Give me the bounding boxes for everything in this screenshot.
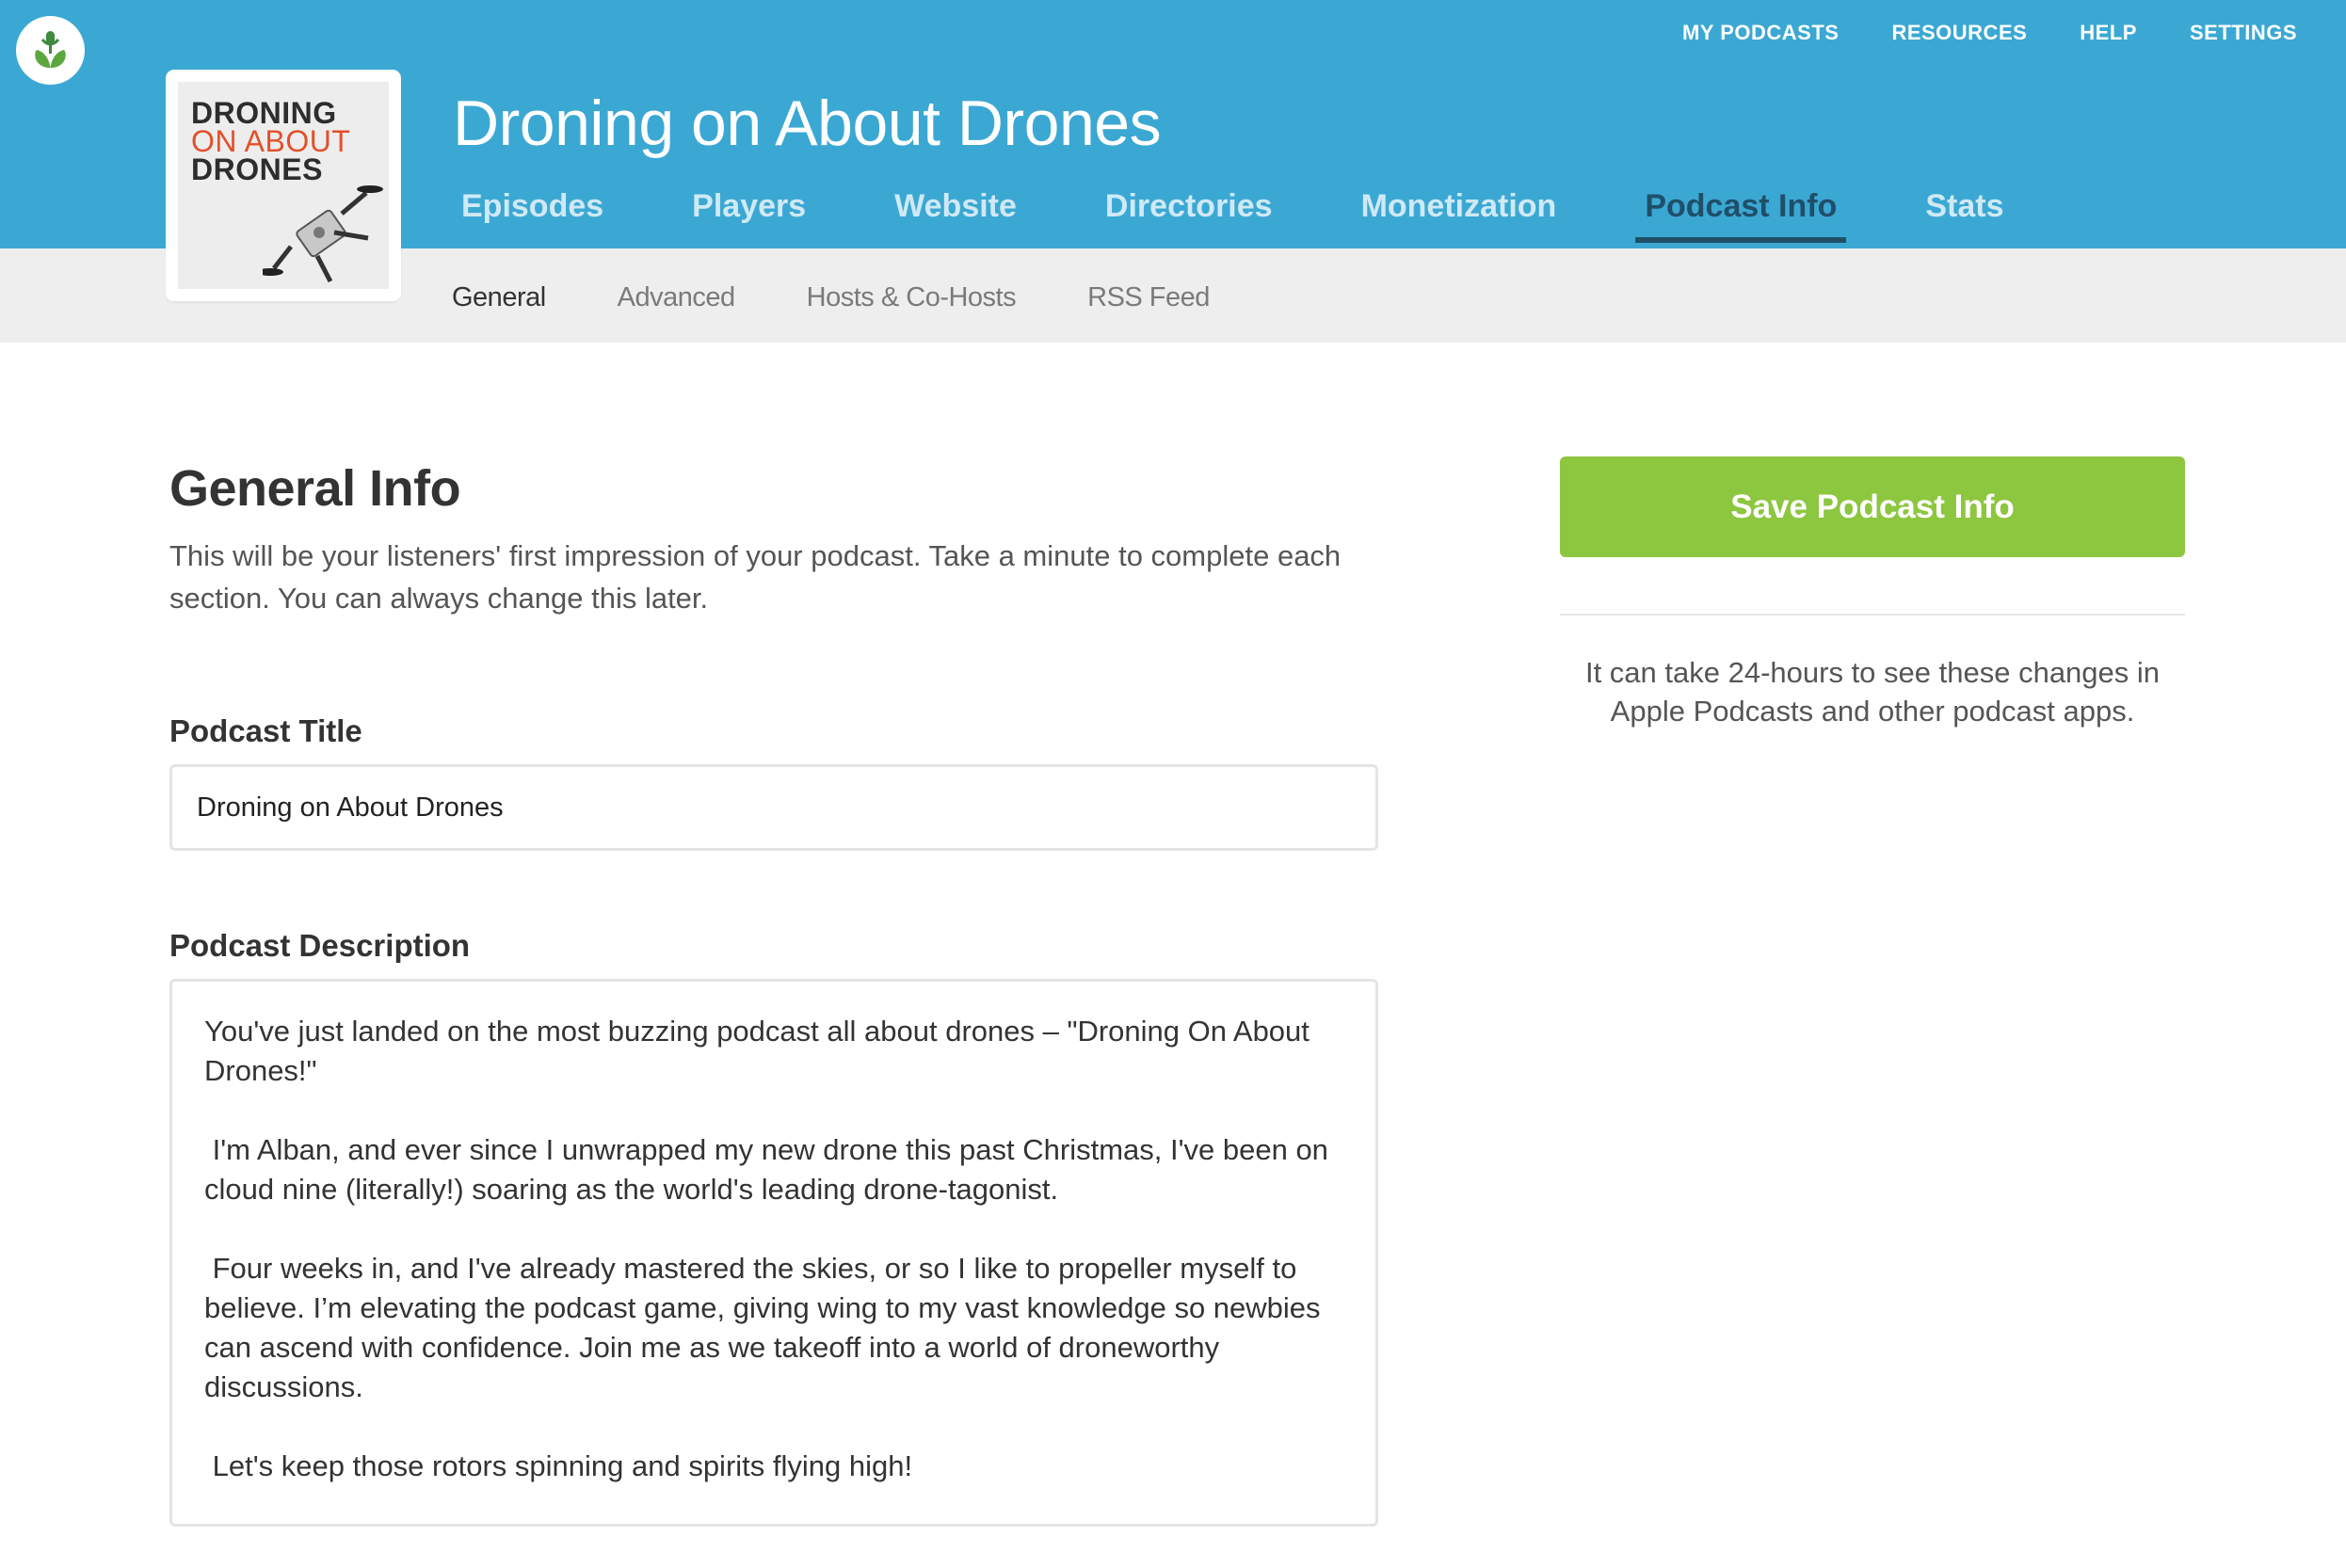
- nav-my-podcasts[interactable]: MY PODCASTS: [1682, 21, 1839, 45]
- subtab-advanced[interactable]: Advanced: [618, 282, 736, 313]
- description-paragraph: Let's keep those rotors spinning and spi…: [204, 1449, 913, 1482]
- tab-monetization[interactable]: Monetization: [1361, 188, 1557, 242]
- buzzsprout-logo-icon[interactable]: [16, 16, 85, 85]
- nav-resources[interactable]: RESOURCES: [1891, 21, 2027, 45]
- description-paragraph: Four weeks in, and I've already mastered…: [204, 1252, 1329, 1403]
- podcast-title-input[interactable]: [169, 764, 1378, 851]
- section-heading: General Info: [169, 460, 461, 517]
- nav-help[interactable]: HELP: [2080, 21, 2137, 45]
- nav-settings[interactable]: SETTINGS: [2190, 21, 2297, 45]
- subtab-general[interactable]: General: [452, 282, 546, 313]
- main-nav: Episodes Players Website Directories Mon…: [461, 188, 2093, 243]
- podcast-title-label: Podcast Title: [169, 713, 362, 748]
- sidebar-note: It can take 24-hours to see these change…: [1584, 656, 2161, 728]
- podcast-description-label: Podcast Description: [169, 928, 471, 963]
- subtab-rss-feed[interactable]: RSS Feed: [1087, 282, 1210, 313]
- description-paragraph: You've just landed on the most buzzing p…: [204, 1015, 1318, 1087]
- description-paragraph: I'm Alban, and ever since I unwrapped my…: [204, 1133, 1337, 1206]
- sidebar-divider: [1560, 614, 2185, 616]
- top-nav: MY PODCASTS RESOURCES HELP SETTINGS: [1682, 21, 2297, 45]
- subtab-hosts-co-hosts[interactable]: Hosts & Co-Hosts: [807, 282, 1017, 313]
- tab-players[interactable]: Players: [692, 188, 806, 242]
- save-podcast-info-button[interactable]: Save Podcast Info: [1560, 456, 2185, 557]
- tab-stats[interactable]: Stats: [1925, 188, 2003, 242]
- podcast-description-textarea[interactable]: You've just landed on the most buzzing p…: [169, 979, 1378, 1527]
- tab-website[interactable]: Website: [894, 188, 1017, 242]
- tab-directories[interactable]: Directories: [1105, 188, 1273, 242]
- artwork-text-line1: DRONING: [191, 96, 337, 130]
- section-intro: This will be your listeners' first impre…: [169, 539, 1342, 615]
- podcast-title: Droning on About Drones: [453, 88, 1162, 159]
- sub-nav: General Advanced Hosts & Co-Hosts RSS Fe…: [452, 282, 1210, 313]
- podcast-artwork[interactable]: DRONING ON ABOUT DRONES: [169, 72, 398, 298]
- artwork-text-line2: ON ABOUT: [191, 124, 351, 158]
- tab-podcast-info[interactable]: Podcast Info: [1635, 188, 1847, 243]
- drone-icon: [263, 185, 383, 283]
- tab-episodes[interactable]: Episodes: [461, 188, 603, 242]
